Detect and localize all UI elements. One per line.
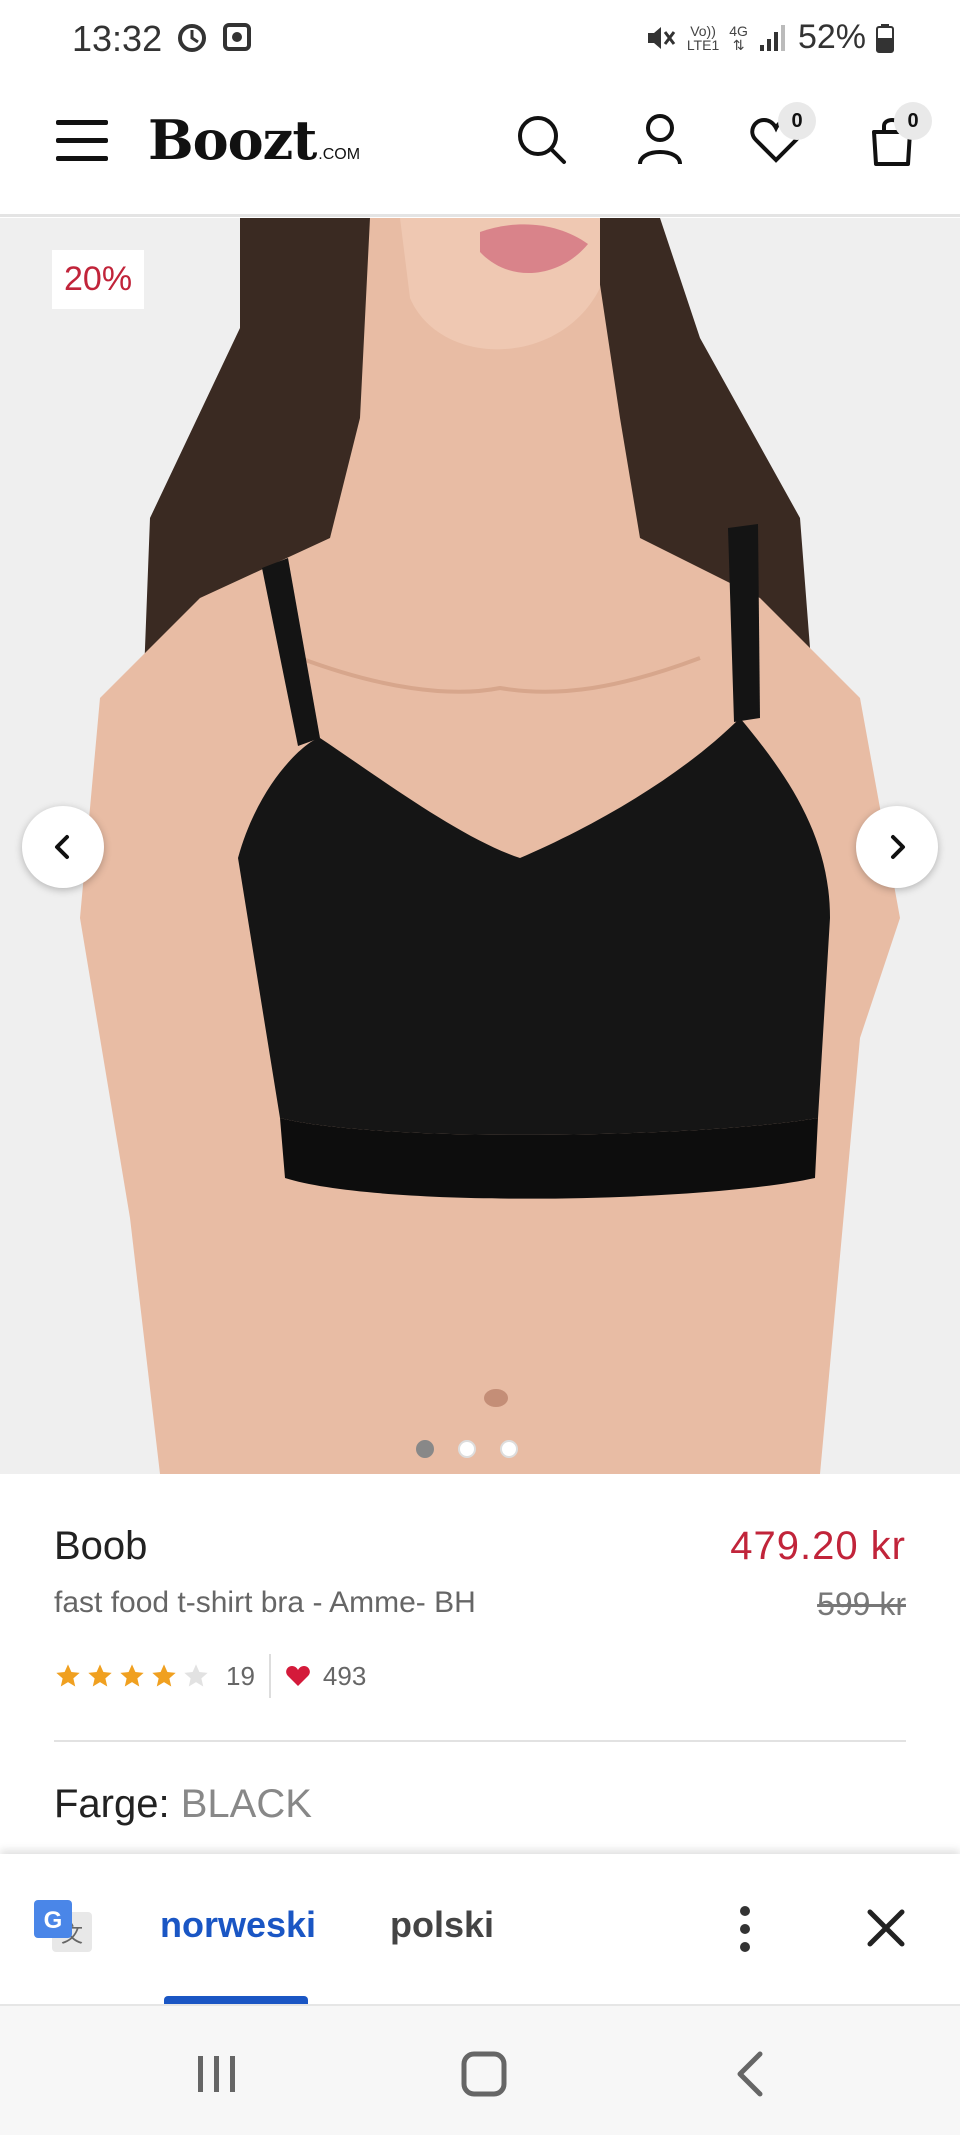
mute-icon	[647, 26, 676, 49]
tab-target-language[interactable]: polski	[390, 1904, 494, 1946]
volte-label: Vo))	[690, 22, 716, 39]
network-indicator: 4G ⇅	[729, 24, 748, 52]
chevron-left-icon	[55, 835, 69, 859]
home-icon[interactable]	[454, 2044, 514, 2104]
divider	[268, 1654, 271, 1698]
sync-icon	[178, 24, 206, 52]
cart-button[interactable]: 0	[862, 102, 932, 170]
sale-price: 479.20 kr	[730, 1524, 906, 1568]
app-header: Boozt .COM 0 0	[0, 80, 960, 217]
star-icon	[152, 1664, 176, 1687]
wishlist-count-badge: 0	[778, 102, 816, 140]
carousel-dot[interactable]	[458, 1440, 476, 1458]
logo-text: Boozt	[148, 108, 317, 172]
discount-badge: 20%	[52, 250, 145, 309]
color-label: Farge:	[54, 1782, 170, 1826]
heart-filled-icon[interactable]	[285, 1663, 311, 1689]
chevron-right-icon	[891, 835, 905, 859]
cart-count-badge: 0	[894, 102, 932, 140]
carousel-dot[interactable]	[500, 1440, 518, 1458]
original-price: 599 kr	[817, 1586, 906, 1622]
carousel-dot[interactable]	[416, 1440, 434, 1458]
network-label: 4G	[729, 22, 748, 39]
logo-suffix: .COM	[318, 146, 361, 163]
previous-image-button[interactable]	[22, 806, 104, 888]
search-icon	[518, 116, 566, 164]
lte-label: LTE1	[686, 36, 720, 53]
star-icon	[120, 1664, 144, 1687]
next-image-button[interactable]	[856, 806, 938, 888]
boozt-logo[interactable]: Boozt .COM	[148, 108, 360, 172]
menu-line	[56, 120, 108, 125]
product-image-gallery[interactable]: 20%	[0, 218, 960, 1474]
close-icon[interactable]	[862, 1904, 910, 1952]
volte-indicator: Vo)) LTE1	[687, 24, 719, 52]
color-value: BLACK	[180, 1782, 312, 1826]
color-row: Farge: BLACK	[54, 1782, 312, 1827]
menu-line	[56, 156, 108, 161]
active-tab-indicator	[164, 1996, 308, 2004]
star-icon	[56, 1664, 80, 1687]
carousel-indicator	[416, 1440, 518, 1458]
data-arrows-icon: ⇅	[732, 36, 745, 53]
tab-source-language[interactable]: norweski	[160, 1904, 316, 1946]
status-left-icons	[176, 22, 252, 54]
star-icon	[88, 1664, 112, 1687]
battery-icon	[876, 23, 894, 53]
like-count: 493	[322, 1660, 367, 1691]
search-button[interactable]	[512, 110, 572, 170]
system-navigation-bar	[0, 2004, 960, 2135]
translate-bar: 文 G norweski polski	[0, 1854, 960, 2004]
star-icon	[184, 1664, 208, 1687]
screen-record-icon	[223, 23, 251, 51]
menu-line	[56, 138, 108, 143]
user-icon	[638, 114, 682, 165]
status-bar: 13:32 Vo)) LTE1 4G ⇅ 52%	[0, 0, 960, 80]
menu-button[interactable]	[56, 120, 108, 164]
svg-text:G: G	[44, 1907, 63, 1934]
rating-stars[interactable]	[54, 1662, 210, 1690]
account-button[interactable]	[630, 110, 690, 170]
google-translate-icon[interactable]: 文 G	[32, 1898, 94, 1960]
more-options-icon[interactable]	[730, 1904, 760, 1954]
product-name: fast food t-shirt bra - Amme- BH	[54, 1586, 476, 1619]
brand-name[interactable]: Boob	[54, 1524, 147, 1569]
wishlist-button[interactable]: 0	[746, 102, 816, 170]
section-divider	[54, 1740, 906, 1742]
battery-text: 52%	[797, 18, 866, 56]
status-right: Vo)) LTE1 4G ⇅ 52%	[643, 18, 894, 57]
back-icon[interactable]	[722, 2044, 782, 2104]
review-count: 19	[226, 1660, 255, 1691]
signal-icon	[759, 24, 785, 51]
recent-apps-icon[interactable]	[186, 2044, 246, 2104]
rating-row: 19 493	[54, 1654, 366, 1698]
status-time: 13:32	[72, 18, 163, 59]
product-photo	[0, 218, 960, 1474]
